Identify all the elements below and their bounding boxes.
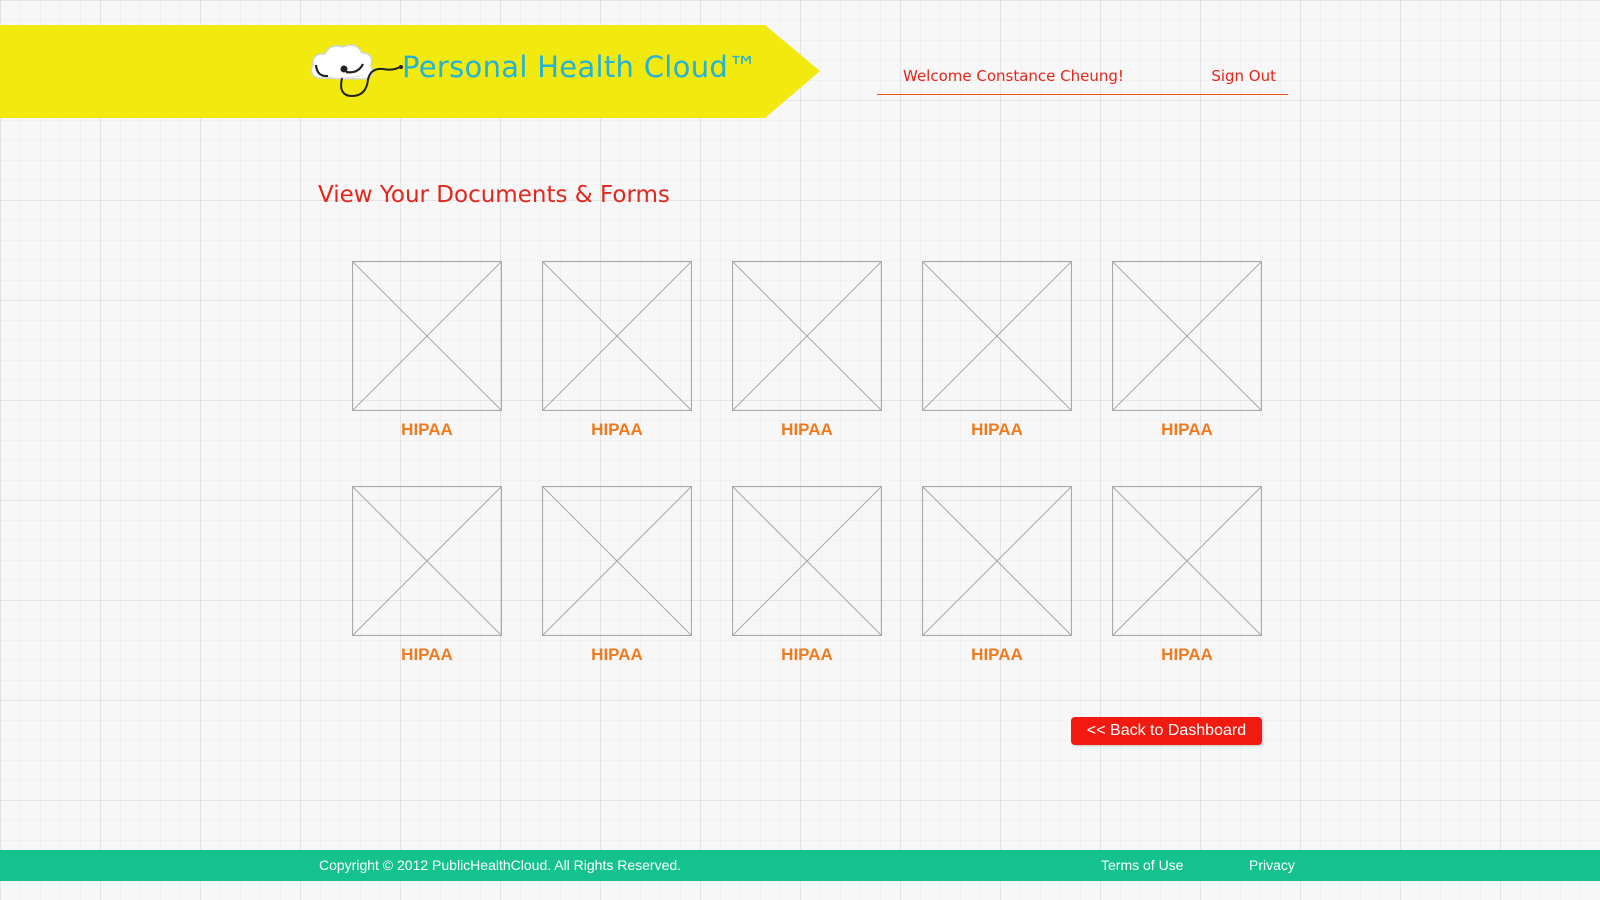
documents-grid: HIPAA HIPAA HIPAA HIPAA HIPAA HIPAA HIPA… bbox=[352, 261, 1264, 665]
image-placeholder-icon bbox=[922, 486, 1072, 636]
image-placeholder-icon bbox=[352, 261, 502, 411]
document-item[interactable]: HIPAA bbox=[542, 261, 692, 440]
document-label: HIPAA bbox=[401, 645, 453, 664]
image-placeholder-icon bbox=[352, 486, 502, 636]
page-title: View Your Documents & Forms bbox=[318, 182, 670, 208]
back-to-dashboard-button[interactable]: << Back to Dashboard bbox=[1071, 717, 1262, 745]
privacy-link[interactable]: Privacy bbox=[1249, 857, 1295, 873]
document-item[interactable]: HIPAA bbox=[542, 486, 692, 665]
document-label: HIPAA bbox=[1161, 420, 1213, 439]
welcome-message: Welcome Constance Cheung! bbox=[903, 67, 1124, 85]
image-placeholder-icon bbox=[542, 261, 692, 411]
image-placeholder-icon bbox=[1112, 261, 1262, 411]
cloud-stethoscope-icon[interactable] bbox=[308, 38, 408, 102]
document-item[interactable]: HIPAA bbox=[352, 486, 502, 665]
document-item[interactable]: HIPAA bbox=[922, 486, 1072, 665]
user-bar: Welcome Constance Cheung! Sign Out bbox=[877, 64, 1288, 95]
document-item[interactable]: HIPAA bbox=[1112, 486, 1262, 665]
document-item[interactable]: HIPAA bbox=[1112, 261, 1262, 440]
image-placeholder-icon bbox=[732, 261, 882, 411]
document-item[interactable]: HIPAA bbox=[732, 261, 882, 440]
image-placeholder-icon bbox=[1112, 486, 1262, 636]
app-title: Personal Health Cloud™ bbox=[402, 50, 758, 84]
sign-out-link[interactable]: Sign Out bbox=[1211, 67, 1276, 85]
document-label: HIPAA bbox=[971, 420, 1023, 439]
document-label: HIPAA bbox=[401, 420, 453, 439]
site-footer: Copyright © 2012 PublicHealthCloud. All … bbox=[0, 850, 1600, 881]
document-item[interactable]: HIPAA bbox=[732, 486, 882, 665]
terms-of-use-link[interactable]: Terms of Use bbox=[1101, 857, 1183, 873]
document-label: HIPAA bbox=[1161, 645, 1213, 664]
image-placeholder-icon bbox=[922, 261, 1072, 411]
document-label: HIPAA bbox=[591, 645, 643, 664]
image-placeholder-icon bbox=[542, 486, 692, 636]
document-label: HIPAA bbox=[591, 420, 643, 439]
image-placeholder-icon bbox=[732, 486, 882, 636]
document-item[interactable]: HIPAA bbox=[922, 261, 1072, 440]
document-item[interactable]: HIPAA bbox=[352, 261, 502, 440]
copyright-text: Copyright © 2012 PublicHealthCloud. All … bbox=[319, 857, 682, 873]
document-label: HIPAA bbox=[781, 420, 833, 439]
document-label: HIPAA bbox=[781, 645, 833, 664]
document-label: HIPAA bbox=[971, 645, 1023, 664]
